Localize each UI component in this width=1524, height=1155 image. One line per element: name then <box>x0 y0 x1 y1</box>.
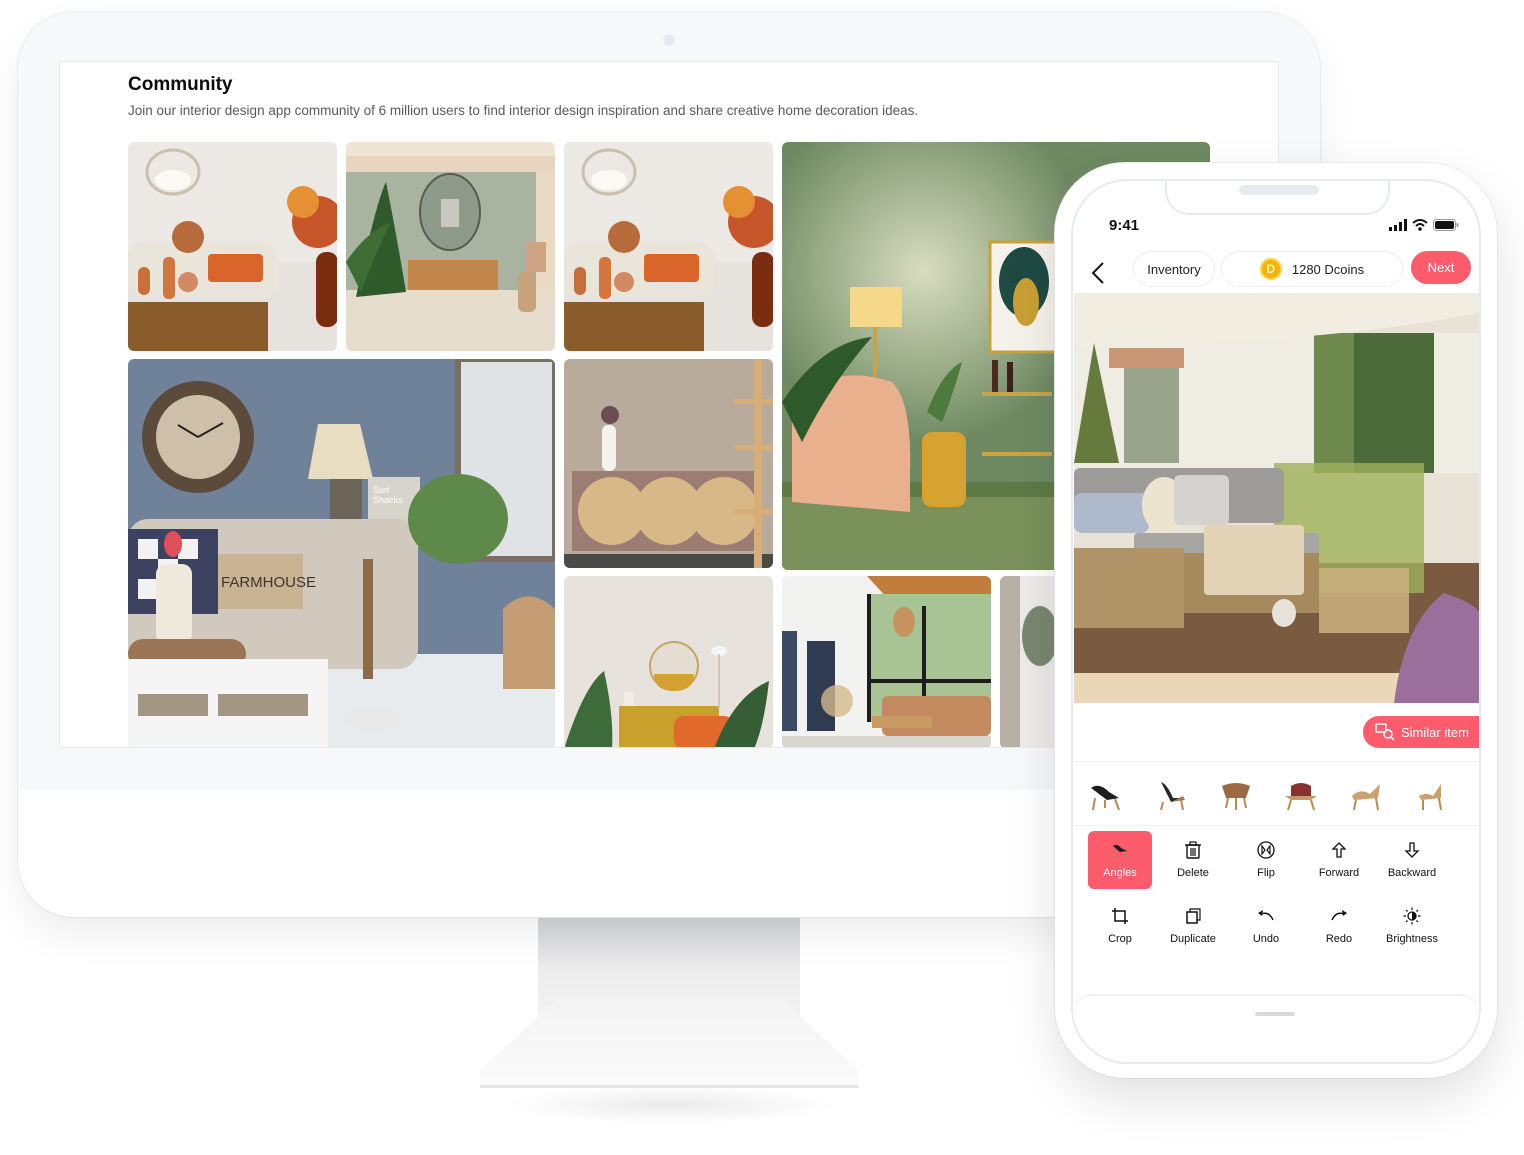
tool-label: Backward <box>1387 867 1437 879</box>
divider <box>1073 761 1479 762</box>
arrow-up-icon <box>1331 842 1347 858</box>
edit-icon <box>1476 841 1481 859</box>
perspective-icon <box>1476 907 1481 925</box>
stand-shadow <box>500 1085 840 1125</box>
coins-label: 1280 Dcoins <box>1291 261 1365 277</box>
tool-forward[interactable]: Forward <box>1307 831 1371 889</box>
crop-icon <box>1112 908 1128 924</box>
gallery-tile-autumn-living-room[interactable] <box>128 142 337 351</box>
tool-label: Undo <box>1252 933 1280 945</box>
tool-undo[interactable]: Undo <box>1234 897 1298 955</box>
inventory-button[interactable]: Inventory <box>1133 251 1215 287</box>
tool-label: Crop <box>1108 933 1132 945</box>
chair-variant-red-shell[interactable] <box>1281 774 1321 814</box>
rattan-sideboard-image <box>564 359 773 568</box>
redo-icon <box>1331 910 1347 921</box>
gallery-tile-autumn-living-room-2[interactable] <box>564 142 773 351</box>
tool-duplicate[interactable]: Duplicate <box>1161 897 1225 955</box>
svg-text:Shacks: Shacks <box>373 495 403 505</box>
tool-label: Flip <box>1257 867 1275 879</box>
tool-edit[interactable]: E <box>1453 831 1481 889</box>
phone-device: 9:41 Inventory D 1280 Dcoins Next Simila… <box>1055 163 1497 1078</box>
page-subtitle: Join our interior design app community o… <box>128 103 919 118</box>
patio-image <box>1074 293 1479 703</box>
brightness-icon <box>1403 907 1421 925</box>
phone-notch <box>1165 181 1390 215</box>
tool-label: Brightness <box>1386 933 1438 945</box>
coins-balance[interactable]: D 1280 Dcoins <box>1221 251 1403 287</box>
tool-crop[interactable]: Crop <box>1088 897 1152 955</box>
arrow-down-icon <box>1404 842 1420 858</box>
chair-icon <box>1113 844 1128 859</box>
gallery-tile-rattan-sideboard[interactable] <box>564 359 773 568</box>
tool-brightness[interactable]: Brightness <box>1380 897 1444 955</box>
status-icons <box>1389 219 1459 231</box>
sage-entryway-image <box>346 142 555 351</box>
battery-icon <box>1433 219 1459 231</box>
chevron-left-icon <box>1091 262 1104 284</box>
boho-living-image <box>564 576 773 747</box>
tool-label: Redo <box>1325 933 1353 945</box>
chair-variants <box>1073 766 1479 822</box>
tool-label: Forward <box>1318 867 1360 879</box>
autumn-room-image-2 <box>564 142 773 351</box>
chair-variant-oak-shell[interactable] <box>1346 774 1386 814</box>
svg-text:FARMHOUSE: FARMHOUSE <box>221 574 316 591</box>
undo-icon <box>1258 910 1274 921</box>
divider <box>1073 825 1479 826</box>
status-time: 9:41 <box>1109 217 1140 234</box>
svg-text:Surf: Surf <box>373 485 390 495</box>
gallery-tile-sunroom[interactable] <box>782 576 991 747</box>
speaker-icon <box>1239 185 1319 195</box>
gallery-tile-sage-entryway[interactable] <box>346 142 555 351</box>
duplicate-icon <box>1186 908 1201 924</box>
tool-backward[interactable]: Backward <box>1380 831 1444 889</box>
tool-angles[interactable]: Angles <box>1088 831 1152 889</box>
tool-perspective[interactable]: Pe <box>1453 897 1481 955</box>
sunroom-image <box>782 576 991 747</box>
gallery-tile-farmhouse-living[interactable]: Surf Shacks FARMHOUSE <box>128 359 555 747</box>
tool-label: Duplicate <box>1170 933 1216 945</box>
autumn-room-image <box>128 142 337 351</box>
tool-delete[interactable]: Delete <box>1161 831 1225 889</box>
tool-redo[interactable]: Redo <box>1307 897 1371 955</box>
similar-search-icon <box>1375 723 1395 741</box>
monitor-stand-base <box>480 1000 858 1088</box>
tool-label: Delete <box>1177 867 1209 879</box>
chair-variant-black-side[interactable] <box>1151 774 1191 814</box>
farmhouse-room-image: Surf Shacks FARMHOUSE <box>128 359 555 747</box>
camera-icon <box>663 34 675 46</box>
signal-icon <box>1389 219 1407 231</box>
coin-icon: D <box>1259 258 1282 280</box>
top-nav: Inventory D 1280 Dcoins Next <box>1073 251 1479 293</box>
chair-variant-walnut-shell[interactable] <box>1216 774 1256 814</box>
chair-variant-black-shell[interactable] <box>1085 774 1125 814</box>
tool-flip[interactable]: Flip <box>1234 831 1298 889</box>
chair-variant-oak-side[interactable] <box>1411 774 1451 814</box>
phone-screen: 9:41 Inventory D 1280 Dcoins Next Simila… <box>1071 179 1481 1064</box>
similar-item-button[interactable]: Similar item <box>1363 716 1479 748</box>
sheet-drag-handle[interactable] <box>1255 1012 1295 1016</box>
similar-item-label: Similar item <box>1401 724 1469 740</box>
flip-icon <box>1257 841 1275 859</box>
design-canvas[interactable] <box>1074 293 1479 703</box>
next-button[interactable]: Next <box>1411 251 1471 284</box>
wifi-icon <box>1412 219 1428 231</box>
inventory-label: Inventory <box>1147 261 1201 277</box>
page-title: Community <box>128 74 233 95</box>
back-button[interactable] <box>1091 261 1113 285</box>
tool-label: Pe <box>1478 933 1479 945</box>
gallery-tile-boho-living[interactable] <box>564 576 773 747</box>
bottom-sheet <box>1073 994 1479 1062</box>
trash-icon <box>1185 841 1201 859</box>
tool-label: Angles <box>1103 867 1137 879</box>
